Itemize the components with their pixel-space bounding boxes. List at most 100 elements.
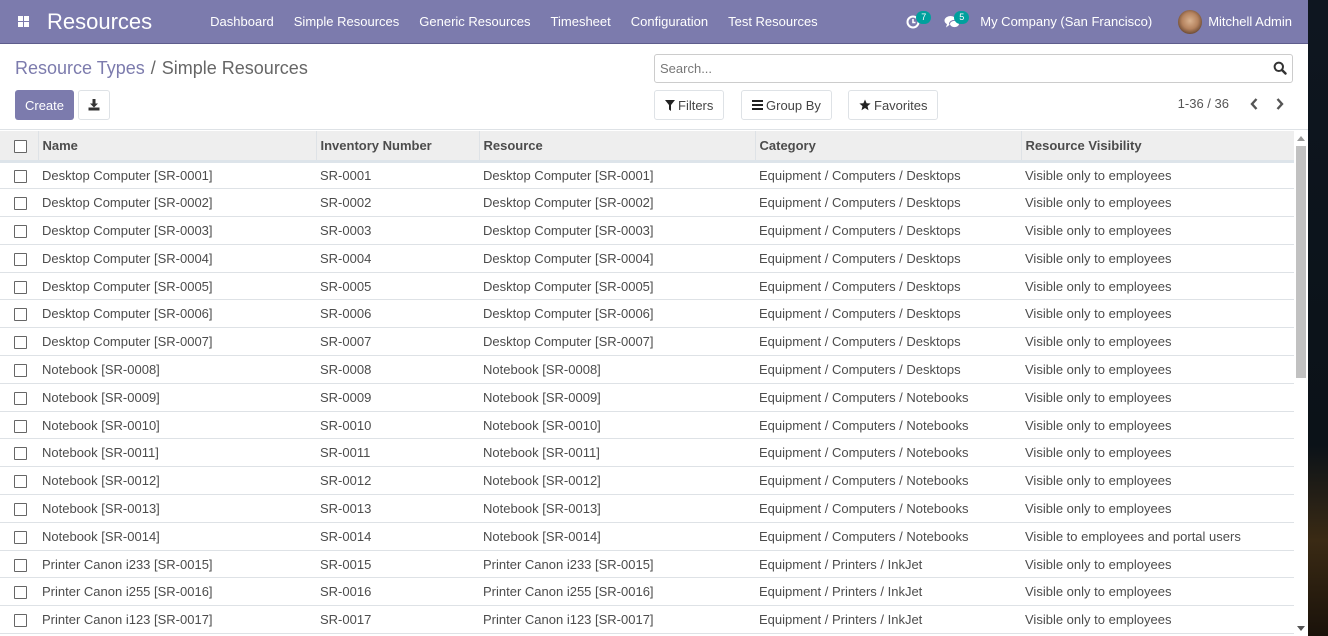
name-cell[interactable]: Notebook [SR-0009] bbox=[38, 383, 316, 412]
export-button[interactable] bbox=[78, 90, 110, 120]
column-header-resource[interactable]: Resource bbox=[478, 131, 755, 163]
inventory-number-cell[interactable]: SR-0007 bbox=[316, 327, 479, 357]
table-row[interactable]: Desktop Computer [SR-0007] SR-0007 Desktop… bbox=[0, 327, 1294, 357]
user-menu[interactable]: Mitchell Admin bbox=[1166, 9, 1308, 34]
table-row[interactable]: Notebook [SR-0012] SR-0012 Notebook [SR-00… bbox=[0, 466, 1294, 496]
inventory-number-cell[interactable]: SR-0001 bbox=[316, 161, 479, 190]
menu-item-test-resources[interactable]: Test Resources bbox=[718, 0, 828, 44]
menu-item-generic-resources[interactable]: Generic Resources bbox=[409, 0, 540, 44]
menu-item-configuration[interactable]: Configuration bbox=[621, 0, 718, 44]
pager-value[interactable]: 1-36 / 36 bbox=[1178, 96, 1229, 111]
row-checkbox[interactable] bbox=[14, 308, 27, 322]
category-cell[interactable]: Equipment / Computers / Desktops bbox=[755, 299, 1021, 329]
row-checkbox[interactable] bbox=[14, 419, 27, 433]
name-cell[interactable]: Desktop Computer [SR-0006] bbox=[38, 299, 316, 329]
inventory-number-cell[interactable]: SR-0016 bbox=[316, 577, 479, 607]
resource-cell[interactable]: Notebook [SR-0010] bbox=[479, 411, 755, 440]
table-row[interactable]: Notebook [SR-0014] SR-0014 Notebook [SR-00… bbox=[0, 522, 1294, 551]
inventory-number-cell[interactable]: SR-0015 bbox=[316, 550, 479, 579]
row-checkbox[interactable] bbox=[14, 502, 27, 516]
table-row[interactable]: Printer Canon i255 [SR-0016] SR-0016 Print… bbox=[0, 577, 1294, 607]
pager-previous-button[interactable] bbox=[1241, 97, 1267, 110]
visibility-cell[interactable]: Visible only to employees bbox=[1021, 161, 1294, 190]
name-cell[interactable]: Notebook [SR-0012] bbox=[38, 466, 316, 496]
visibility-cell[interactable]: Visible only to employees bbox=[1021, 272, 1294, 301]
inventory-number-cell[interactable]: SR-0004 bbox=[316, 244, 479, 273]
row-checkbox[interactable] bbox=[14, 225, 27, 239]
name-cell[interactable]: Desktop Computer [SR-0005] bbox=[38, 272, 316, 301]
inventory-number-cell[interactable]: SR-0006 bbox=[316, 299, 479, 329]
resource-cell[interactable]: Notebook [SR-0012] bbox=[479, 466, 755, 496]
visibility-cell[interactable]: Visible only to employees bbox=[1021, 355, 1294, 384]
inventory-number-cell[interactable]: SR-0017 bbox=[316, 605, 479, 635]
table-row[interactable]: Desktop Computer [SR-0001] SR-0001 Desktop… bbox=[0, 161, 1294, 190]
name-cell[interactable]: Notebook [SR-0013] bbox=[38, 494, 316, 523]
table-row[interactable]: Desktop Computer [SR-0002] SR-0002 Desktop… bbox=[0, 188, 1294, 218]
resource-cell[interactable]: Notebook [SR-0009] bbox=[479, 383, 755, 412]
category-cell[interactable]: Equipment / Computers / Notebooks bbox=[755, 494, 1021, 523]
category-cell[interactable]: Equipment / Computers / Desktops bbox=[755, 161, 1021, 190]
column-header-category[interactable]: Category bbox=[754, 131, 1021, 163]
name-cell[interactable]: Printer Canon i233 [SR-0015] bbox=[38, 550, 316, 579]
row-checkbox[interactable] bbox=[14, 336, 27, 350]
table-row[interactable]: Desktop Computer [SR-0006] SR-0006 Desktop… bbox=[0, 299, 1294, 329]
pager-next-button[interactable] bbox=[1267, 97, 1293, 110]
category-cell[interactable]: Equipment / Computers / Desktops bbox=[755, 216, 1021, 245]
apps-menu-button[interactable] bbox=[0, 0, 46, 44]
resource-cell[interactable]: Printer Canon i255 [SR-0016] bbox=[479, 577, 755, 607]
table-row[interactable]: Printer Canon i233 [SR-0015] SR-0015 Print… bbox=[0, 550, 1294, 579]
resource-cell[interactable]: Desktop Computer [SR-0006] bbox=[479, 299, 755, 329]
category-cell[interactable]: Equipment / Computers / Desktops bbox=[755, 272, 1021, 301]
company-switcher[interactable]: My Company (San Francisco) bbox=[972, 14, 1166, 29]
row-checkbox[interactable] bbox=[14, 530, 27, 544]
category-cell[interactable]: Equipment / Computers / Desktops bbox=[755, 355, 1021, 384]
scroll-down-arrow-icon[interactable] bbox=[1297, 626, 1305, 631]
name-cell[interactable]: Desktop Computer [SR-0002] bbox=[38, 188, 316, 218]
inventory-number-cell[interactable]: SR-0005 bbox=[316, 272, 479, 301]
category-cell[interactable]: Equipment / Computers / Notebooks bbox=[755, 411, 1021, 440]
category-cell[interactable]: Equipment / Computers / Notebooks bbox=[755, 383, 1021, 412]
inventory-number-cell[interactable]: SR-0009 bbox=[316, 383, 479, 412]
inventory-number-cell[interactable]: SR-0012 bbox=[316, 466, 479, 496]
search-input[interactable] bbox=[655, 55, 1255, 82]
column-header-resource-visibility[interactable]: Resource Visibility bbox=[1020, 131, 1294, 163]
breadcrumb-resource-types[interactable]: Resource Types bbox=[15, 58, 145, 78]
inventory-number-cell[interactable]: SR-0011 bbox=[316, 438, 479, 468]
row-checkbox[interactable] bbox=[14, 614, 27, 628]
category-cell[interactable]: Equipment / Computers / Notebooks bbox=[755, 522, 1021, 551]
resource-cell[interactable]: Desktop Computer [SR-0004] bbox=[479, 244, 755, 273]
group-by-button[interactable]: Group By bbox=[741, 90, 832, 120]
filters-button[interactable]: Filters bbox=[654, 90, 725, 120]
resource-cell[interactable]: Notebook [SR-0011] bbox=[479, 438, 755, 468]
table-row[interactable]: Notebook [SR-0008] SR-0008 Notebook [SR-00… bbox=[0, 355, 1294, 384]
row-checkbox[interactable] bbox=[14, 280, 27, 294]
resource-cell[interactable]: Printer Canon i123 [SR-0017] bbox=[479, 605, 755, 635]
row-checkbox[interactable] bbox=[14, 252, 27, 266]
create-button[interactable]: Create bbox=[15, 90, 74, 120]
favorites-button[interactable]: Favorites bbox=[848, 90, 939, 120]
name-cell[interactable]: Notebook [SR-0010] bbox=[38, 411, 316, 440]
visibility-cell[interactable]: Visible only to employees bbox=[1021, 577, 1294, 607]
resource-cell[interactable]: Desktop Computer [SR-0007] bbox=[479, 327, 755, 357]
inventory-number-cell[interactable]: SR-0014 bbox=[316, 522, 479, 551]
row-checkbox[interactable] bbox=[14, 475, 27, 489]
inventory-number-cell[interactable]: SR-0003 bbox=[316, 216, 479, 245]
scroll-up-arrow-icon[interactable] bbox=[1297, 136, 1305, 141]
table-row[interactable]: Desktop Computer [SR-0004] SR-0004 Desktop… bbox=[0, 244, 1294, 273]
scrollbar-thumb[interactable] bbox=[1296, 146, 1306, 378]
table-row[interactable]: Notebook [SR-0010] SR-0010 Notebook [SR-00… bbox=[0, 411, 1294, 440]
category-cell[interactable]: Equipment / Printers / InkJet bbox=[755, 605, 1021, 635]
inventory-number-cell[interactable]: SR-0013 bbox=[316, 494, 479, 523]
name-cell[interactable]: Notebook [SR-0011] bbox=[38, 438, 316, 468]
visibility-cell[interactable]: Visible only to employees bbox=[1021, 438, 1294, 468]
menu-item-simple-resources[interactable]: Simple Resources bbox=[284, 0, 410, 44]
name-cell[interactable]: Printer Canon i123 [SR-0017] bbox=[38, 605, 316, 635]
name-cell[interactable]: Desktop Computer [SR-0007] bbox=[38, 327, 316, 357]
resource-cell[interactable]: Printer Canon i233 [SR-0015] bbox=[479, 550, 755, 579]
visibility-cell[interactable]: Visible only to employees bbox=[1021, 605, 1294, 635]
vertical-scrollbar[interactable] bbox=[1294, 131, 1308, 636]
table-row[interactable]: Desktop Computer [SR-0005] SR-0005 Desktop… bbox=[0, 272, 1294, 301]
table-row[interactable]: Notebook [SR-0013] SR-0013 Notebook [SR-00… bbox=[0, 494, 1294, 523]
messages-button[interactable]: 5 bbox=[932, 0, 972, 44]
resource-cell[interactable]: Desktop Computer [SR-0002] bbox=[479, 188, 755, 218]
